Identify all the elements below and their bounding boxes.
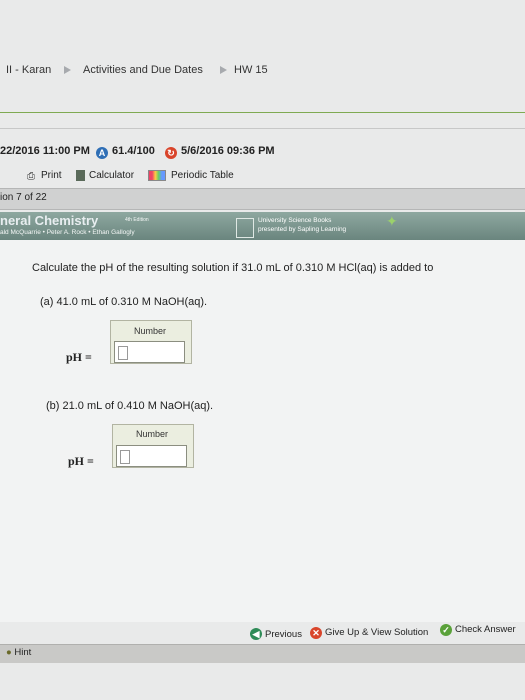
banner-title: neral Chemistry [0,213,99,228]
cursor-icon [120,450,130,464]
lightbulb-icon: ● [6,647,12,658]
periodic-table-button[interactable]: Periodic Table [171,170,234,181]
due-date: 22/2016 11:00 PM [0,145,90,157]
cursor-icon [118,346,128,360]
give-up-icon[interactable]: ✕ [310,627,322,639]
clock-icon: ↻ [165,147,177,159]
book-logo-icon [236,218,254,238]
breadcrumb-hw[interactable]: HW 15 [234,64,268,76]
question-prompt: Calculate the pH of the resulting soluti… [32,262,434,274]
give-up-button[interactable]: Give Up & View Solution [325,627,428,638]
header-divider [0,112,525,113]
number-label: Number [133,326,166,336]
publisher-line2: presented by Sapling Learning [258,226,347,233]
banner-publisher: University Science Books presented by Sa… [258,216,346,234]
chevron-right-icon [220,66,227,74]
calculator-button[interactable]: Calculator [89,170,134,181]
question-counter: ion 7 of 22 [0,192,47,203]
previous-button[interactable]: Previous [265,629,302,640]
hint-bar [0,644,525,663]
breadcrumb-activities[interactable]: Activities and Due Dates [83,64,203,76]
periodic-table-icon[interactable] [148,170,166,181]
score-icon: A [96,147,108,159]
hint-label: Hint [14,647,32,658]
sapling-logo-icon: ✦ [386,213,398,229]
part-b-text: (b) 21.0 mL of 0.410 M NaOH(aq). [46,400,214,412]
hint-button[interactable]: ● Hint [6,647,31,658]
print-button[interactable]: Print [41,170,62,181]
score: 61.4/100 [112,145,155,157]
calculator-icon[interactable] [76,170,85,181]
chevron-right-icon [64,66,71,74]
banner-authors: ald McQuarrie • Peter A. Rock • Ethan Ga… [0,229,135,236]
check-answer-button[interactable]: Check Answer [455,624,516,635]
check-icon[interactable]: ✓ [440,624,452,636]
ph-label-a: pH = [66,350,92,364]
header-divider [0,128,525,129]
ph-label-b: pH = [68,454,94,468]
question-nav-bar [0,188,525,210]
submitted-date: 5/6/2016 09:36 PM [181,145,275,157]
previous-icon[interactable]: ◀ [250,628,262,640]
printer-icon[interactable]: ⎙ [27,171,35,182]
breadcrumb-course[interactable]: II - Karan [6,64,51,76]
number-label: Number [135,429,168,439]
publisher-line1: University Science Books [258,217,332,224]
part-a-text: (a) 41.0 mL of 0.310 M NaOH(aq). [40,296,208,308]
banner-edition: 4th Edition [125,217,149,223]
